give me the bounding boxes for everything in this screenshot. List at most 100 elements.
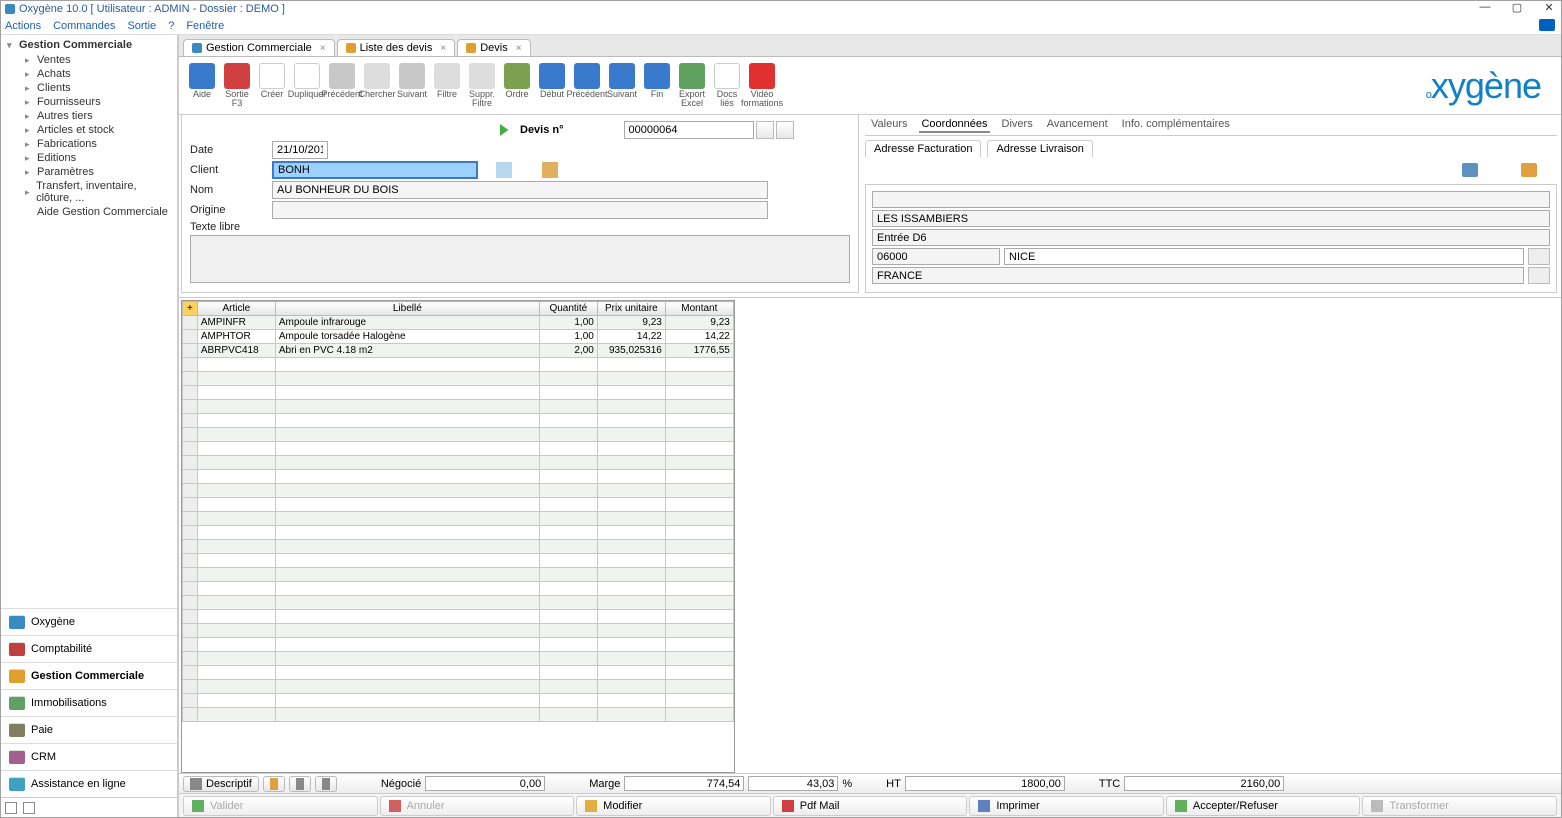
tree-aide-gc[interactable]: Aide Gestion Commerciale	[1, 205, 177, 219]
tab-close-icon[interactable]: ×	[320, 43, 326, 54]
collapse-left-icon[interactable]	[5, 802, 17, 814]
menu-fenetre[interactable]: Fenêtre	[186, 20, 224, 32]
module-oxygene[interactable]: Oxygène	[1, 608, 177, 635]
table-row-empty[interactable]	[183, 386, 734, 400]
table-row-empty[interactable]	[183, 498, 734, 512]
tb-suiv-nav[interactable]: Suivant	[605, 61, 639, 101]
tb-precedent[interactable]: Précédent	[325, 61, 359, 101]
tb-aide[interactable]: Aide	[185, 61, 219, 101]
tree-clients[interactable]: Clients	[1, 81, 177, 95]
table-row-empty[interactable]	[183, 442, 734, 456]
maximize-button[interactable]: ▢	[1509, 1, 1525, 15]
addr-line2[interactable]	[872, 210, 1550, 227]
devis-nav-next[interactable]	[776, 121, 794, 139]
close-button[interactable]: ✕	[1541, 1, 1557, 15]
rp-tab-avancement[interactable]: Avancement	[1045, 117, 1110, 133]
tb-chercher[interactable]: Chercher	[360, 61, 394, 101]
addr-copy-icon[interactable]	[1462, 163, 1478, 177]
col-prix[interactable]: Prix unitaire	[597, 302, 665, 316]
sb-btn3[interactable]	[315, 776, 337, 792]
collapse-right-icon[interactable]	[23, 802, 35, 814]
col-quantite[interactable]: Quantité	[539, 302, 597, 316]
grid-add-row[interactable]: +	[183, 302, 198, 316]
table-row-empty[interactable]	[183, 456, 734, 470]
col-article[interactable]: Article	[197, 302, 275, 316]
tree-root-gc[interactable]: Gestion Commerciale	[1, 37, 177, 53]
negocie-input[interactable]	[425, 776, 545, 791]
table-row-empty[interactable]	[183, 694, 734, 708]
table-row-empty[interactable]	[183, 596, 734, 610]
btn-imprimer[interactable]: Imprimer	[969, 796, 1164, 816]
table-row-empty[interactable]	[183, 582, 734, 596]
tb-sortie[interactable]: Sortie F3	[220, 61, 254, 110]
col-libelle[interactable]: Libellé	[275, 302, 539, 316]
lines-grid[interactable]: + Article Libellé Quantité Prix unitaire…	[181, 300, 735, 773]
tree-articles[interactable]: Articles et stock	[1, 123, 177, 137]
module-immo[interactable]: Immobilisations	[1, 689, 177, 716]
table-row-empty[interactable]	[183, 540, 734, 554]
addr-postal[interactable]	[872, 248, 1000, 265]
table-row-empty[interactable]	[183, 358, 734, 372]
col-montant[interactable]: Montant	[665, 302, 733, 316]
tab-close-icon[interactable]: ×	[440, 43, 446, 54]
addr-country[interactable]	[872, 267, 1524, 284]
client-lookup-icon[interactable]	[496, 162, 512, 178]
table-row-empty[interactable]	[183, 428, 734, 442]
tree-parametres[interactable]: Paramètres	[1, 165, 177, 179]
module-gc[interactable]: Gestion Commerciale	[1, 662, 177, 689]
menu-actions[interactable]: Actions	[5, 20, 41, 32]
table-row[interactable]: ABRPVC418Abri en PVC 4.18 m22,00935,0253…	[183, 344, 734, 358]
tree-transfert[interactable]: Transfert, inventaire, clôture, ...	[1, 179, 177, 205]
play-icon[interactable]	[500, 124, 512, 136]
addr-country-lookup[interactable]	[1528, 267, 1550, 284]
tb-video[interactable]: Vidéo formations	[745, 61, 779, 110]
client-input[interactable]	[272, 161, 478, 179]
module-crm[interactable]: CRM	[1, 743, 177, 770]
tree-ventes[interactable]: Ventes	[1, 53, 177, 67]
table-row-empty[interactable]	[183, 568, 734, 582]
minimize-button[interactable]: —	[1477, 1, 1493, 15]
addr-line1[interactable]	[872, 191, 1550, 208]
table-row-empty[interactable]	[183, 372, 734, 386]
menu-help[interactable]: ?	[168, 20, 174, 32]
addr-map-icon[interactable]	[1521, 163, 1537, 177]
addr-tab-facturation[interactable]: Adresse Facturation	[865, 140, 981, 157]
module-compta[interactable]: Comptabilité	[1, 635, 177, 662]
btn-accepter[interactable]: Accepter/Refuser	[1166, 796, 1361, 816]
module-paie[interactable]: Paie	[1, 716, 177, 743]
btn-modifier[interactable]: Modifier	[576, 796, 771, 816]
table-row-empty[interactable]	[183, 470, 734, 484]
table-row-empty[interactable]	[183, 624, 734, 638]
tree-fournisseurs[interactable]: Fournisseurs	[1, 95, 177, 109]
tab-devis[interactable]: Devis×	[457, 39, 530, 56]
addr-city-lookup[interactable]	[1528, 248, 1550, 265]
table-row-empty[interactable]	[183, 610, 734, 624]
tb-fin[interactable]: Fin	[640, 61, 674, 101]
table-row-empty[interactable]	[183, 680, 734, 694]
tb-debut[interactable]: Début	[535, 61, 569, 101]
tab-liste-devis[interactable]: Liste des devis×	[337, 39, 456, 56]
rp-tab-coordonnees[interactable]: Coordonnées	[919, 117, 989, 133]
tree-achats[interactable]: Achats	[1, 67, 177, 81]
tb-ordre[interactable]: Ordre	[500, 61, 534, 101]
addr-city[interactable]	[1004, 248, 1524, 265]
table-row-empty[interactable]	[183, 666, 734, 680]
table-row-empty[interactable]	[183, 512, 734, 526]
texte-libre-input[interactable]	[190, 235, 850, 283]
date-input[interactable]	[272, 141, 328, 159]
tree-fabrications[interactable]: Fabrications	[1, 137, 177, 151]
tb-prec-nav[interactable]: Précédent	[570, 61, 604, 101]
client-info-icon[interactable]	[542, 162, 558, 178]
table-row-empty[interactable]	[183, 400, 734, 414]
tab-gc[interactable]: Gestion Commerciale×	[183, 39, 335, 56]
rp-tab-valeurs[interactable]: Valeurs	[869, 117, 909, 133]
table-row-empty[interactable]	[183, 708, 734, 722]
tab-close-icon[interactable]: ×	[516, 43, 522, 54]
btn-pdfmail[interactable]: Pdf Mail	[773, 796, 968, 816]
devis-num-input[interactable]	[624, 121, 754, 139]
sb-descriptif[interactable]: Descriptif	[183, 776, 259, 792]
menu-sortie[interactable]: Sortie	[127, 20, 156, 32]
tree-editions[interactable]: Editions	[1, 151, 177, 165]
addr-tab-livraison[interactable]: Adresse Livraison	[987, 140, 1092, 157]
devis-nav-prev[interactable]	[756, 121, 774, 139]
